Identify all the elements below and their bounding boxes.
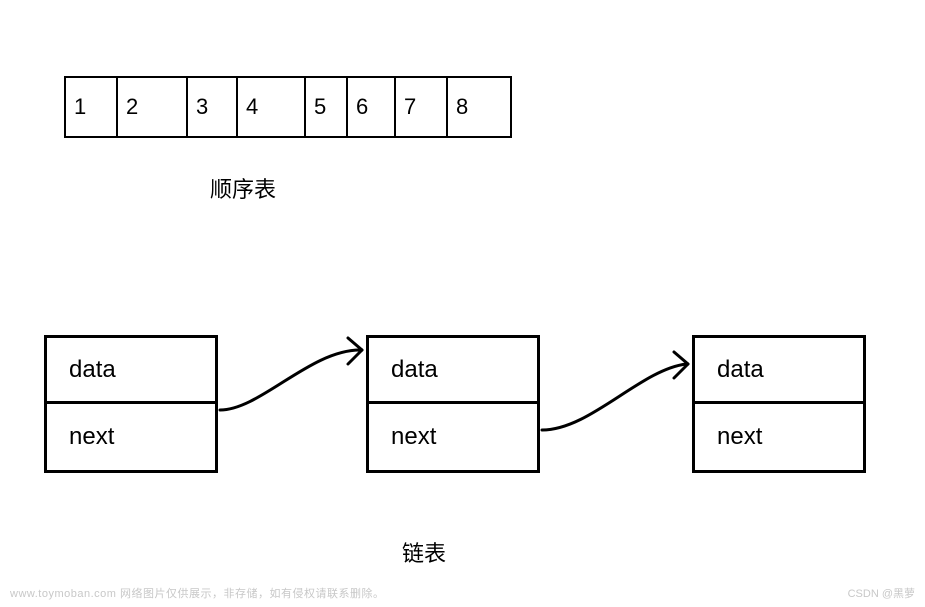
array-cell: 3	[186, 76, 238, 138]
watermark-left: www.toymoban.com 网络图片仅供展示，非存储，如有侵权请联系删除。	[10, 585, 384, 601]
node-next: next	[47, 404, 215, 470]
array-cell: 8	[446, 76, 512, 138]
node-next: next	[369, 404, 537, 470]
watermark-right: CSDN @黑萝	[848, 585, 915, 601]
linked-node: data next	[692, 335, 866, 473]
array-row: 1 2 3 4 5 6 7 8	[64, 76, 512, 138]
array-cell: 1	[64, 76, 118, 138]
linked-node: data next	[44, 335, 218, 473]
array-label: 顺序表	[210, 172, 276, 204]
node-data: data	[369, 338, 537, 404]
linked-node: data next	[366, 335, 540, 473]
array-cell: 4	[236, 76, 306, 138]
array-cell: 7	[394, 76, 448, 138]
node-data: data	[695, 338, 863, 404]
array-cell: 2	[116, 76, 188, 138]
linked-label: 链表	[402, 536, 446, 568]
node-data: data	[47, 338, 215, 404]
node-next: next	[695, 404, 863, 470]
array-cell: 6	[346, 76, 396, 138]
array-cell: 5	[304, 76, 348, 138]
